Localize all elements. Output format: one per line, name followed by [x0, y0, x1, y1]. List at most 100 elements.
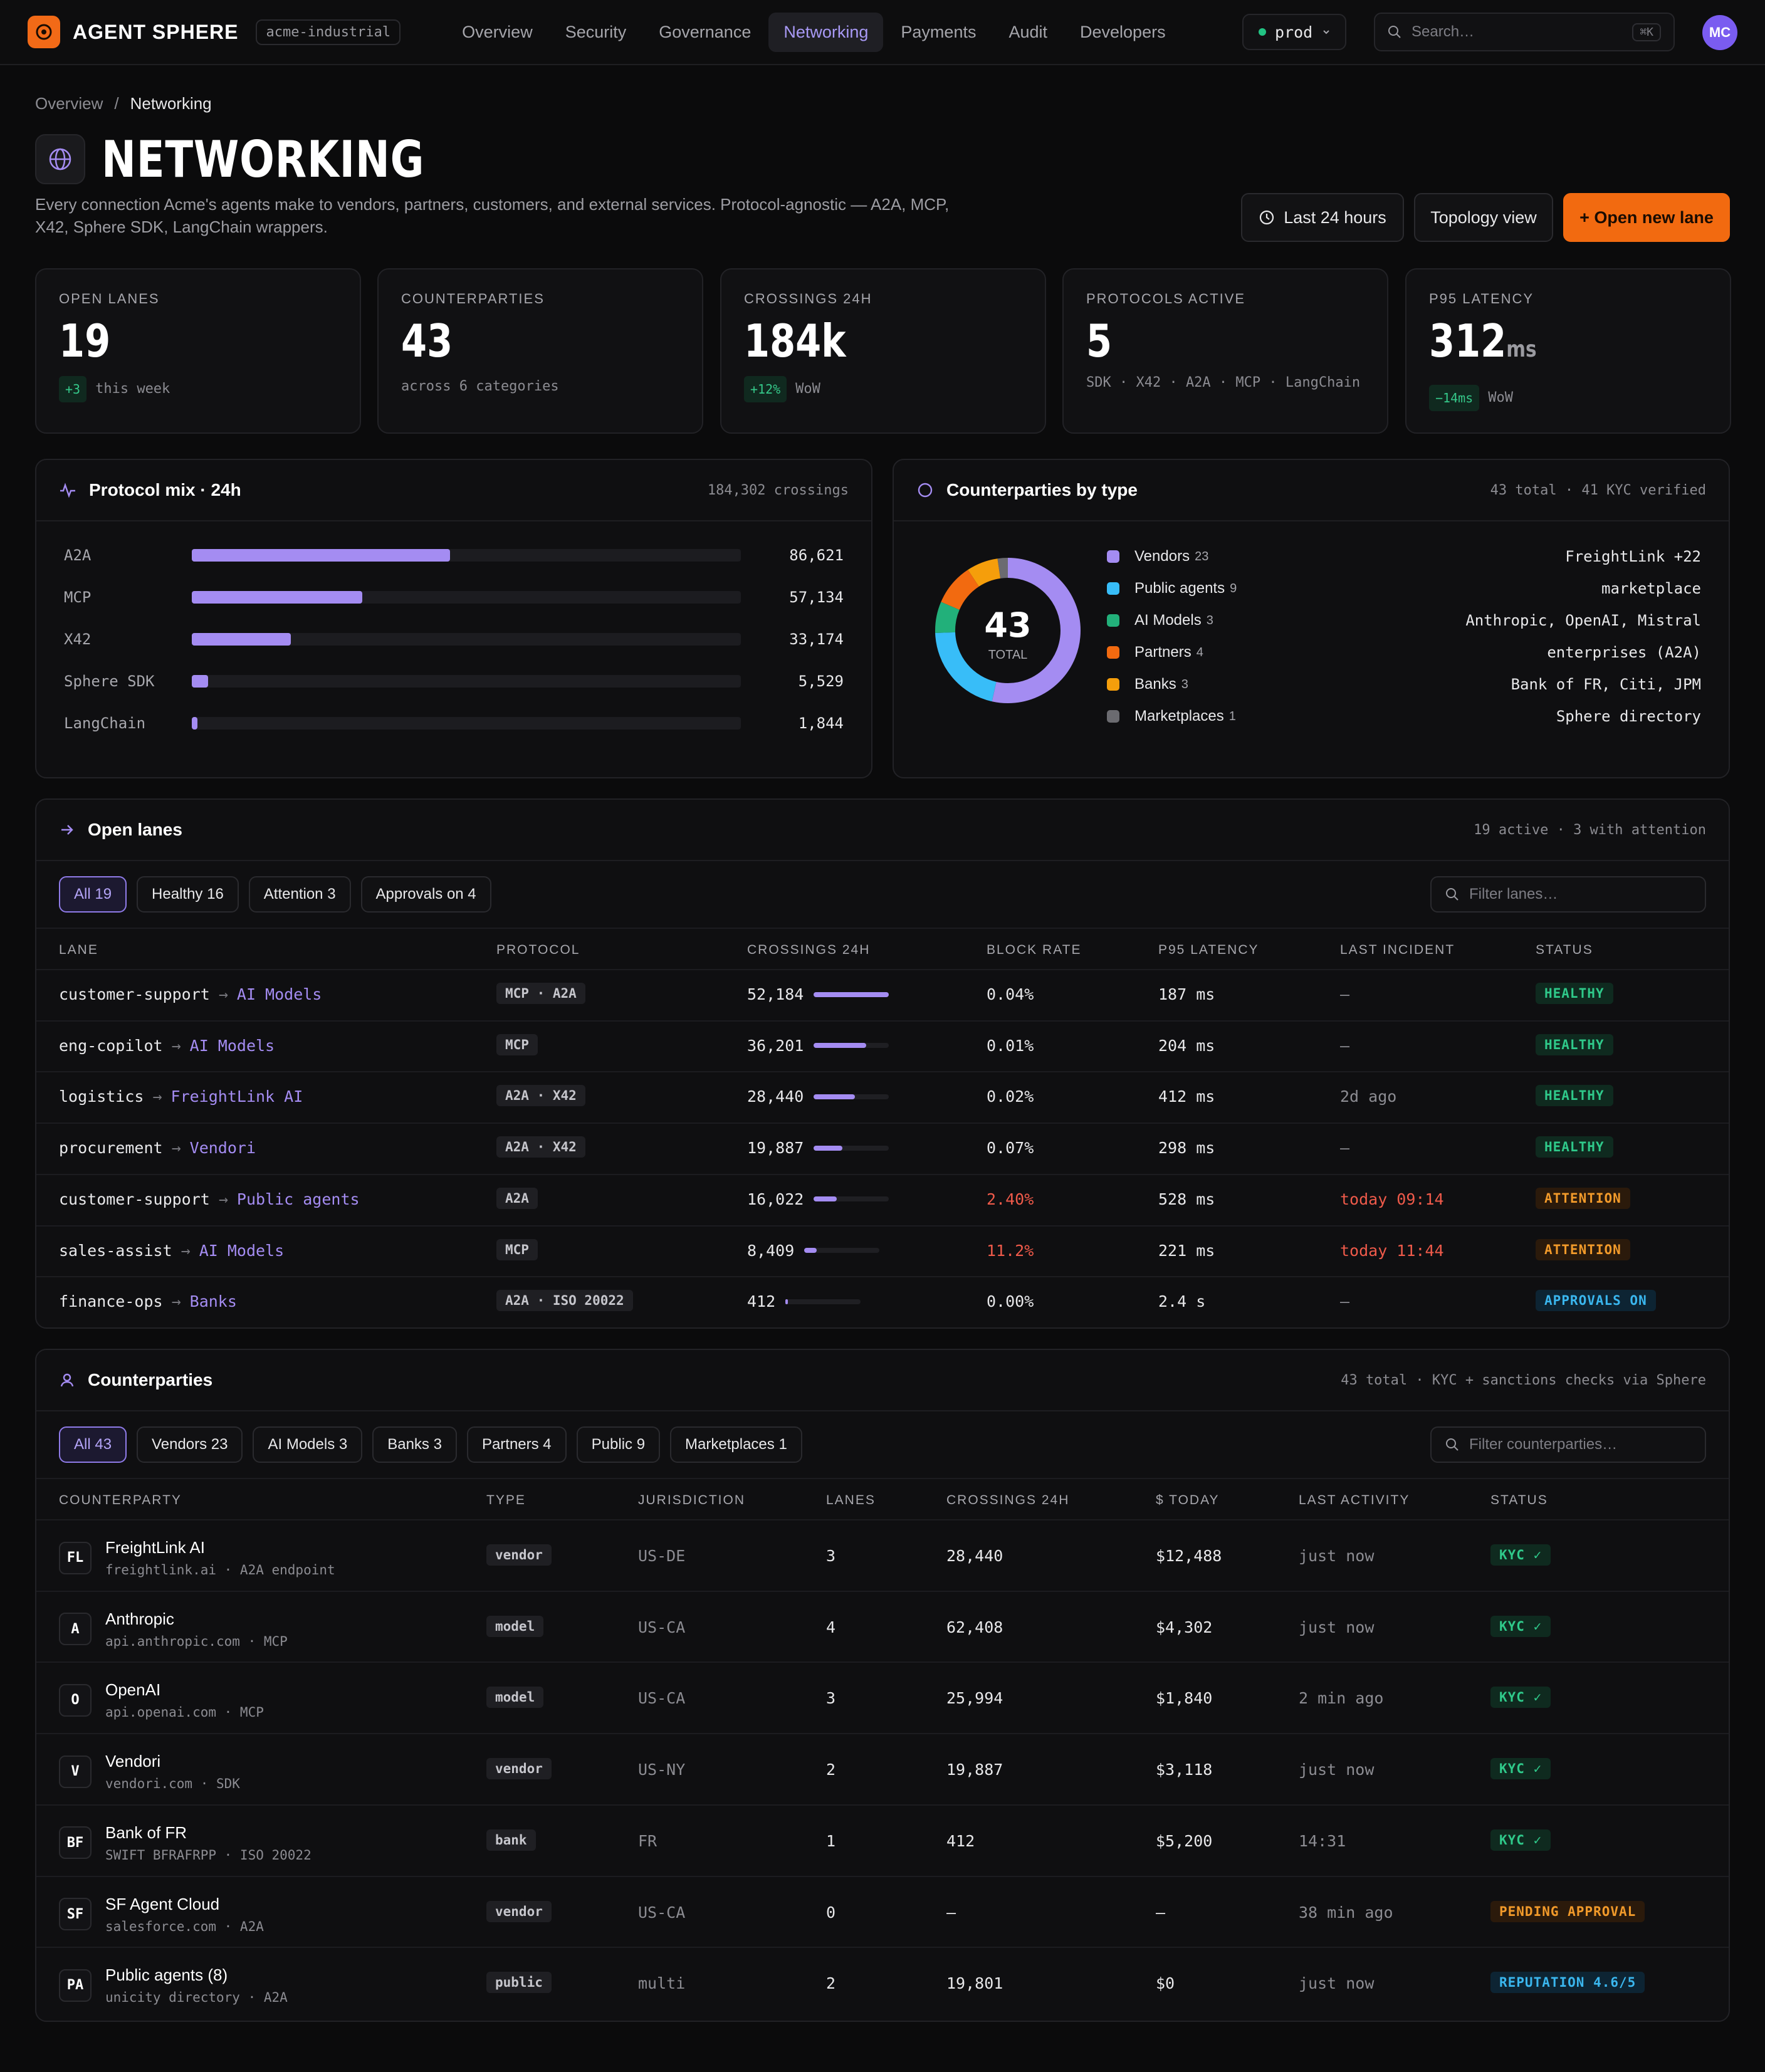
crossings-value: 8,409 [747, 1241, 795, 1260]
counterparty-name[interactable]: OpenAI [105, 1680, 264, 1700]
topology-view-button[interactable]: Topology view [1414, 193, 1553, 242]
environment-selector[interactable]: prod [1242, 14, 1346, 50]
lane-name: customer-support → AI Models [59, 985, 322, 1003]
open-new-lane-button[interactable]: + Open new lane [1563, 193, 1730, 242]
filter-chip-partners[interactable]: Partners 4 [466, 1426, 567, 1463]
filter-chip-public[interactable]: Public 9 [576, 1426, 661, 1463]
p95-latency: 2.4 s [1158, 1292, 1206, 1311]
lane-count: 3 [826, 1547, 836, 1565]
counterparty-row[interactable]: V Vendori vendori.com · SDK vendor US-NY 2 19,… [36, 1733, 1729, 1804]
filter-chip-banks[interactable]: Banks 3 [372, 1426, 457, 1463]
lane-row[interactable]: procurement → Vendori A2A · X42 19,887 0.07% 2… [36, 1122, 1729, 1174]
nav-overview[interactable]: Overview [447, 13, 548, 52]
nav-networking[interactable]: Networking [768, 12, 884, 52]
last-activity: just now [1299, 1761, 1375, 1779]
nav-security[interactable]: Security [550, 13, 642, 52]
nav-payments[interactable]: Payments [886, 13, 991, 52]
lane-destination[interactable]: AI Models [190, 1037, 275, 1055]
lane-destination[interactable]: FreightLink AI [171, 1087, 303, 1106]
logo-icon[interactable] [28, 16, 60, 48]
filter-chip-ai-models[interactable]: AI Models 3 [253, 1426, 363, 1463]
lane-row[interactable]: logistics → FreightLink AI A2A · X42 28,440 0… [36, 1071, 1729, 1122]
lane-row[interactable]: eng-copilot → AI Models MCP 36,201 0.01% 204 m… [36, 1020, 1729, 1072]
filter-chip-approvals[interactable]: Approvals on 4 [360, 876, 491, 913]
lane-crossings: 412 [747, 1292, 861, 1311]
nav-audit[interactable]: Audit [993, 13, 1062, 52]
counterparty-row[interactable]: PA Public agents (8) unicity directory · A… [36, 1947, 1729, 2018]
lane-row[interactable]: customer-support → Public agents A2A 16,022 2… [36, 1173, 1729, 1225]
lane-protocol: MCP [496, 1033, 538, 1055]
crossings-value: 16,022 [747, 1190, 804, 1208]
protocol-bar-track [192, 591, 741, 604]
filter-chip-attention[interactable]: Attention 3 [248, 876, 351, 913]
time-range-button[interactable]: Last 24 hours [1241, 193, 1404, 242]
status-badge: PENDING APPROVAL [1490, 1900, 1645, 1922]
lane-destination[interactable]: Vendori [190, 1139, 256, 1157]
filter-chip-all[interactable]: All 43 [59, 1426, 127, 1463]
status-badge: HEALTHY [1536, 983, 1613, 1004]
circle-icon [918, 483, 933, 498]
lane-destination[interactable]: Public agents [237, 1190, 360, 1208]
counterparty-avatar: FL [59, 1541, 92, 1574]
lane-row[interactable]: sales-assist → AI Models MCP 8,409 11.2% 221 m… [36, 1225, 1729, 1277]
counterparty-name[interactable]: Vendori [105, 1752, 240, 1771]
counterparties-by-type-panel: Counterparties by type 43 total · 41 KYC… [893, 459, 1730, 778]
counterparty-name[interactable]: Anthropic [105, 1609, 288, 1629]
amount-today: $12,488 [1156, 1547, 1222, 1565]
counterparty-name[interactable]: Public agents (8) [105, 1965, 288, 1985]
user-avatar[interactable]: MC [1702, 15, 1737, 50]
lane-row[interactable]: customer-support → AI Models MCP · A2A 52,18… [36, 969, 1729, 1020]
filter-chip-healthy[interactable]: Healthy 16 [137, 876, 239, 913]
counterparty-endpoint: api.openai.com · MCP [105, 1705, 264, 1720]
counterparty-row[interactable]: SF SF Agent Cloud salesforce.com · A2A vend… [36, 1875, 1729, 1947]
counterparty-avatar: V [59, 1755, 92, 1788]
legend-count: 3 [1206, 613, 1213, 627]
counterparty-name[interactable]: SF Agent Cloud [105, 1895, 264, 1914]
filter-chip-all[interactable]: All 19 [59, 876, 127, 913]
counterparty-row[interactable]: BF Bank of FR SWIFT BFRAFRPP · ISO 20022 ba… [36, 1804, 1729, 1876]
lane-destination[interactable]: AI Models [237, 985, 322, 1003]
counterparty-status: KYC ✓ [1490, 1615, 1551, 1637]
kpi-note: WoW [1488, 390, 1513, 406]
type-chip: public [486, 1972, 552, 1994]
protocol-value: 5,529 [798, 672, 844, 690]
org-switcher[interactable]: acme-industrial [256, 19, 401, 45]
search-icon [1388, 26, 1401, 38]
counterparty-row[interactable]: FL FreightLink AI freightlink.ai · A2A end… [36, 1519, 1729, 1591]
counterparty-status: PENDING APPROVAL [1490, 1900, 1645, 1922]
last-incident: today 09:14 [1340, 1190, 1444, 1208]
lane-destination[interactable]: Banks [190, 1292, 237, 1311]
nav-governance[interactable]: Governance [644, 13, 766, 52]
counterparty-name[interactable]: Bank of FR [105, 1823, 312, 1843]
filter-chip-vendors[interactable]: Vendors 23 [137, 1426, 243, 1463]
lane-row[interactable]: finance-ops → Banks A2A · ISO 20022 412 0.00%… [36, 1276, 1729, 1327]
last-activity: 2 min ago [1299, 1689, 1384, 1708]
counterparty-name[interactable]: FreightLink AI [105, 1538, 335, 1557]
counterparty-row[interactable]: A Anthropic api.anthropic.com · MCP model US… [36, 1590, 1729, 1662]
lane-name: logistics → FreightLink AI [59, 1087, 303, 1106]
counterparty-filter-input[interactable]: Filter counterparties… [1430, 1426, 1706, 1463]
lane-protocol: A2A · X42 [496, 1136, 585, 1158]
search-input[interactable]: Search… ⌘K [1374, 13, 1675, 51]
lane-destination[interactable]: AI Models [199, 1242, 284, 1260]
arrow-right-icon: → [218, 985, 228, 1003]
crossings-value: 28,440 [946, 1547, 1003, 1565]
breadcrumb-overview[interactable]: Overview [35, 94, 103, 113]
nav-developers[interactable]: Developers [1065, 13, 1181, 52]
last-incident: today 11:44 [1340, 1241, 1444, 1260]
counterparty-row[interactable]: O OpenAI api.openai.com · MCP model US-CA 3 25… [36, 1661, 1729, 1733]
type-chip: vendor [486, 1544, 552, 1566]
counterparty-avatar: BF [59, 1826, 92, 1860]
protocol-chip: MCP · A2A [496, 983, 585, 1004]
column-header: STATUS [1536, 943, 1593, 957]
kpi-label: P95 LATENCY [1429, 291, 1534, 306]
lane-filter-input[interactable]: Filter lanes… [1430, 876, 1706, 913]
filter-chip-marketplaces[interactable]: Marketplaces 1 [670, 1426, 802, 1463]
counterparty-identity: V Vendori vendori.com · SDK [59, 1752, 240, 1791]
lane-count: 2 [826, 1974, 836, 1993]
legend-detail: Bank of FR, Citi, JPM [1511, 676, 1701, 693]
protocol-value: 57,134 [789, 589, 844, 606]
kpi-protocols: PROTOCOLS ACTIVE 5 SDK · X42 · A2A · MCP… [1062, 268, 1388, 434]
p95-latency: 204 ms [1158, 1036, 1215, 1055]
jurisdiction: US-CA [638, 1689, 686, 1708]
